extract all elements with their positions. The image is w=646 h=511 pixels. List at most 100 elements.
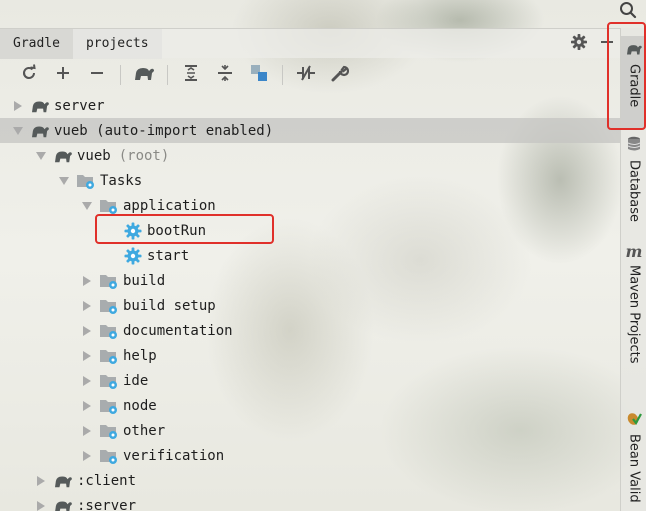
expand-arrow-icon[interactable] xyxy=(81,400,93,412)
tab-projects[interactable]: projects xyxy=(72,28,162,59)
expand-arrow-icon[interactable] xyxy=(81,375,93,387)
tree-node-label: server xyxy=(54,97,105,114)
expand-arrow-icon[interactable] xyxy=(81,450,93,462)
tree-node-label: vueb (auto-import enabled) xyxy=(54,122,274,139)
vtab-bean-validation[interactable]: Bean Valid xyxy=(621,408,646,511)
gradle-toolbar xyxy=(0,58,620,92)
database-icon xyxy=(627,136,641,156)
tree-node-label: start xyxy=(147,247,190,264)
vtab-maven-projects[interactable]: m Maven Projects xyxy=(621,242,646,382)
maven-icon: m xyxy=(625,242,643,261)
settings-gear-icon[interactable] xyxy=(570,33,588,55)
tree-node-task-group[interactable]: verification xyxy=(0,443,620,468)
tree-node-client[interactable]: :client xyxy=(0,468,620,493)
tree-node-label: documentation xyxy=(123,322,233,339)
gradle-elephant-icon xyxy=(53,472,73,490)
tree-node-label: node xyxy=(123,397,157,414)
task-folder-icon xyxy=(99,272,119,290)
vtab-label: Bean Valid xyxy=(626,434,642,503)
expand-arrow-icon[interactable] xyxy=(81,300,93,312)
tree-node-label: verification xyxy=(123,447,225,464)
tree-node-label: :client xyxy=(77,472,137,489)
toolbar-separator xyxy=(120,65,121,85)
collapse-arrow-icon[interactable] xyxy=(12,125,24,137)
tree-node-task-group[interactable]: help xyxy=(0,343,620,368)
tool-window-header: Gradle projects xyxy=(0,28,620,59)
expand-arrow-icon[interactable] xyxy=(81,325,93,337)
remove-project-button[interactable] xyxy=(84,62,110,88)
group-modules-icon xyxy=(250,64,268,86)
tree-node-task-group[interactable]: build xyxy=(0,268,620,293)
tree-node-label: Tasks xyxy=(100,172,143,189)
tree-node-label: build xyxy=(123,272,166,289)
plus-icon xyxy=(55,65,71,85)
expand-arrow-icon[interactable] xyxy=(81,275,93,287)
tree-node-task-group[interactable]: other xyxy=(0,418,620,443)
task-folder-icon xyxy=(99,447,119,465)
task-folder-icon xyxy=(99,297,119,315)
tree-node-task-group[interactable]: ide xyxy=(0,368,620,393)
vtab-label: Database xyxy=(626,160,642,223)
gradle-elephant-icon xyxy=(133,64,155,86)
collapse-arrow-icon[interactable] xyxy=(35,150,47,162)
expand-arrow-icon[interactable] xyxy=(35,500,47,511)
minus-icon xyxy=(89,65,105,85)
add-project-button[interactable] xyxy=(50,62,76,88)
gradle-project-tree: server vueb (auto-import enabled) vueb (… xyxy=(0,93,620,511)
task-folder-icon xyxy=(76,172,96,190)
tab-gradle[interactable]: Gradle xyxy=(0,28,73,59)
tree-node-label: application xyxy=(123,197,216,214)
expand-arrow-icon[interactable] xyxy=(35,475,47,487)
collapse-arrow-icon[interactable] xyxy=(81,200,93,212)
tree-node-label: build setup xyxy=(123,297,216,314)
task-gear-icon xyxy=(123,247,143,265)
search-icon xyxy=(619,1,637,23)
expand-all-icon xyxy=(182,64,200,86)
toolbar-separator xyxy=(167,65,168,85)
expand-arrow-icon[interactable] xyxy=(81,350,93,362)
bean-validation-icon xyxy=(626,410,642,430)
task-folder-icon xyxy=(99,422,119,440)
tree-node-label: :server xyxy=(77,497,137,511)
expand-all-button[interactable] xyxy=(178,62,204,88)
gradle-elephant-icon xyxy=(30,97,50,115)
tree-node-server-module[interactable]: :server xyxy=(0,493,620,511)
tree-node-label: ide xyxy=(123,372,149,389)
wrench-icon xyxy=(331,64,350,86)
gradle-elephant-icon xyxy=(53,497,73,511)
group-modules-button[interactable] xyxy=(246,62,272,88)
tree-node-tasks[interactable]: Tasks xyxy=(0,168,620,193)
tree-node-server[interactable]: server xyxy=(0,93,620,118)
tree-node-vueb-root[interactable]: vueb (root) xyxy=(0,143,620,168)
toggle-offline-button[interactable] xyxy=(293,62,319,88)
gradle-elephant-icon xyxy=(53,147,73,165)
tree-node-label: other xyxy=(123,422,166,439)
refresh-button[interactable] xyxy=(16,62,42,88)
refresh-icon xyxy=(20,64,38,86)
task-folder-icon xyxy=(99,347,119,365)
highlight-box-gradle-tab xyxy=(607,22,646,130)
vtab-database[interactable]: Database xyxy=(621,132,646,224)
tree-node-task-group[interactable]: node xyxy=(0,393,620,418)
tree-node-label: vueb xyxy=(77,147,111,164)
tree-node-vueb[interactable]: vueb (auto-import enabled) xyxy=(0,118,620,143)
search-button[interactable] xyxy=(616,0,640,24)
collapse-all-icon xyxy=(216,64,234,86)
toolbar-separator xyxy=(282,65,283,85)
gradle-settings-button[interactable] xyxy=(327,62,353,88)
collapse-all-button[interactable] xyxy=(212,62,238,88)
tree-node-label: help xyxy=(123,347,157,364)
execute-gradle-task-button[interactable] xyxy=(131,62,157,88)
tree-node-application[interactable]: application xyxy=(0,193,620,218)
tree-node-task-group[interactable]: documentation xyxy=(0,318,620,343)
collapse-arrow-icon[interactable] xyxy=(58,175,70,187)
task-folder-icon xyxy=(99,197,119,215)
tree-node-task-group[interactable]: build setup xyxy=(0,293,620,318)
gradle-elephant-icon xyxy=(30,122,50,140)
expand-arrow-icon[interactable] xyxy=(12,100,24,112)
tree-node-start-task[interactable]: start xyxy=(0,243,620,268)
tree-node-bootrun-task[interactable]: bootRun xyxy=(0,218,620,243)
expand-arrow-icon[interactable] xyxy=(81,425,93,437)
task-folder-icon xyxy=(99,322,119,340)
task-folder-icon xyxy=(99,397,119,415)
